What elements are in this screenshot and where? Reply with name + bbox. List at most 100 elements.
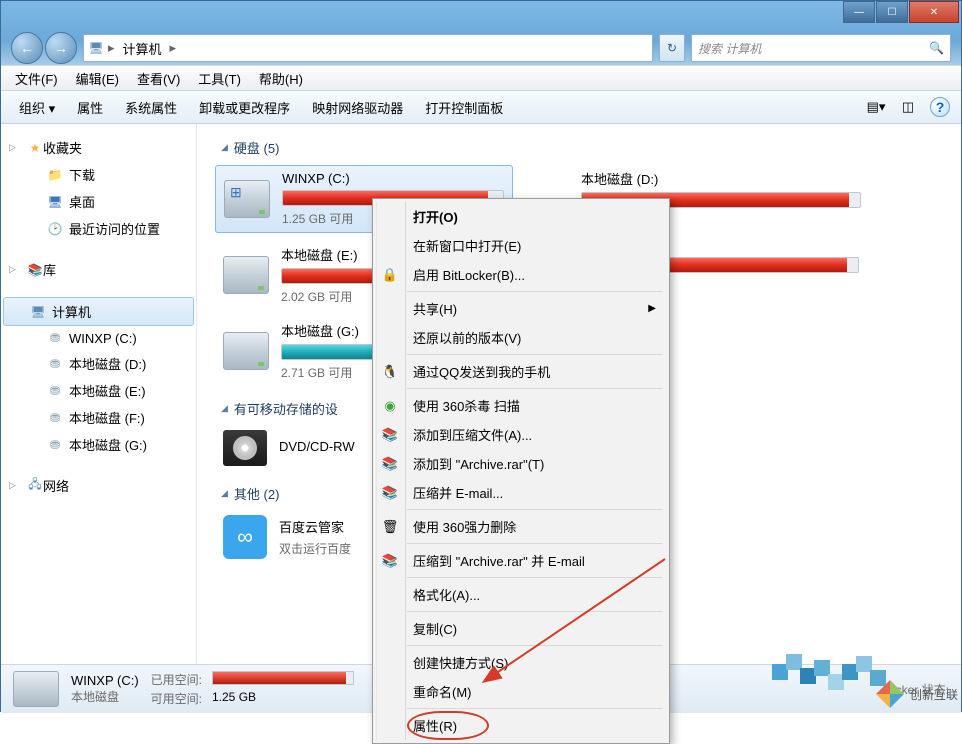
ctx-bitlocker[interactable]: 🔒 启用 BitLocker(B)... (407, 260, 666, 289)
sidebar-item-label: 下载 (69, 165, 95, 184)
winrar-icon: 📚 (381, 455, 399, 473)
ctx-separator (407, 543, 662, 544)
drive-icon: ⛃ (47, 330, 63, 346)
preview-pane-button[interactable]: ◫ (895, 94, 921, 120)
ctx-format[interactable]: 格式化(A)... (407, 580, 666, 609)
sidebar-item-label: 本地磁盘 (D:) (69, 354, 146, 373)
sidebar-item-label: 最近访问的位置 (69, 219, 160, 238)
breadcrumb[interactable]: 🖥 ▸ 计算机 ▸ (83, 34, 653, 62)
winrar-icon: 📚 (381, 426, 399, 444)
status-free-value: 1.25 GB (212, 690, 354, 707)
watermark: 创新互联 (876, 680, 958, 708)
network-icon: 🖧 (27, 478, 43, 494)
ctx-360-scan[interactable]: ◉ 使用 360杀毒 扫描 (407, 391, 666, 420)
qq-icon: 🐧 (381, 363, 399, 381)
ctx-separator (407, 354, 662, 355)
toolbar-organize[interactable]: 组织 ▾ (9, 94, 65, 121)
ctx-compress-email[interactable]: 📚 压缩并 E-mail... (407, 478, 666, 507)
drive-icon (224, 180, 270, 218)
drive-icon: ⛃ (47, 437, 63, 453)
ctx-add-archive-rar[interactable]: 📚 添加到 "Archive.rar"(T) (407, 449, 666, 478)
sidebar-drive-g[interactable]: ⛃ 本地磁盘 (G:) (1, 431, 196, 458)
refresh-button[interactable]: ↻ (659, 34, 685, 62)
ctx-separator (407, 645, 662, 646)
sidebar-drive-f[interactable]: ⛃ 本地磁盘 (F:) (1, 404, 196, 431)
help-button[interactable]: ? (927, 94, 953, 120)
ctx-open[interactable]: 打开(O) (407, 202, 666, 231)
sidebar-recent[interactable]: 🕑 最近访问的位置 (1, 215, 196, 242)
ctx-360-force-delete[interactable]: 🗑 使用 360强力删除 (407, 512, 666, 541)
section-hard-disks[interactable]: 硬盘 (5) (215, 132, 943, 165)
navigation-pane: ★ 收藏夹 📁 下载 🖥 桌面 🕑 最近访问的位置 📚 (1, 124, 197, 664)
sidebar-downloads[interactable]: 📁 下载 (1, 161, 196, 188)
ctx-rename[interactable]: 重命名(M) (407, 677, 666, 706)
menu-edit[interactable]: 编辑(E) (68, 67, 127, 90)
view-mode-button[interactable]: ▤▾ (863, 94, 889, 120)
status-title: WINXP (C:) (71, 673, 139, 688)
sidebar-drive-c[interactable]: ⛃ WINXP (C:) (1, 326, 196, 350)
ctx-label: 共享(H) (413, 299, 457, 318)
library-icon: 📚 (27, 262, 43, 278)
context-menu: 打开(O) 在新窗口中打开(E) 🔒 启用 BitLocker(B)... 共享… (372, 198, 670, 744)
address-bar: ← → 🖥 ▸ 计算机 ▸ ↻ 搜索 计算机 🔍 (1, 31, 961, 65)
sidebar-network[interactable]: 🖧 网络 (1, 472, 196, 499)
status-used-bar (212, 671, 354, 685)
toolbar-system-properties[interactable]: 系统属性 (115, 94, 187, 121)
ctx-add-archive[interactable]: 📚 添加到压缩文件(A)... (407, 420, 666, 449)
search-placeholder: 搜索 计算机 (698, 40, 761, 57)
sidebar-computer[interactable]: 🖥 计算机 (3, 297, 194, 326)
menu-tools[interactable]: 工具(T) (190, 67, 249, 90)
computer-icon: 🖥 (88, 40, 104, 56)
ctx-separator (407, 577, 662, 578)
nav-back-button[interactable]: ← (11, 32, 43, 64)
baidu-icon: ∞ (223, 515, 267, 559)
section-label: 硬盘 (5) (234, 138, 280, 157)
search-icon: 🔍 (929, 41, 944, 55)
ctx-restore-versions[interactable]: 还原以前的版本(V) (407, 323, 666, 352)
breadcrumb-sep: ▸ (108, 40, 115, 56)
sidebar-item-label: 本地磁盘 (F:) (69, 408, 145, 427)
sidebar-item-label: 网络 (43, 476, 69, 495)
sidebar-desktop[interactable]: 🖥 桌面 (1, 188, 196, 215)
pixel-decoration (772, 654, 892, 694)
ctx-create-shortcut[interactable]: 创建快捷方式(S) (407, 648, 666, 677)
sidebar-item-label: 计算机 (52, 302, 91, 321)
sidebar-drive-e[interactable]: ⛃ 本地磁盘 (E:) (1, 377, 196, 404)
menu-file[interactable]: 文件(F) (7, 67, 66, 90)
toolbar-properties[interactable]: 属性 (67, 94, 113, 121)
toolbar-uninstall[interactable]: 卸载或更改程序 (189, 94, 300, 121)
toolbar: 组织 ▾ 属性 系统属性 卸载或更改程序 映射网络驱动器 打开控制面板 ▤▾ ◫… (1, 91, 961, 124)
minimize-button[interactable]: — (843, 1, 875, 23)
drive-icon: ⛃ (47, 383, 63, 399)
toolbar-map-drive[interactable]: 映射网络驱动器 (302, 94, 413, 121)
toolbar-control-panel[interactable]: 打开控制面板 (415, 94, 513, 121)
ctx-label: 使用 360强力删除 (413, 517, 516, 536)
ctx-open-new-window[interactable]: 在新窗口中打开(E) (407, 231, 666, 260)
drive-icon (223, 256, 269, 294)
sidebar-favorites-label: 收藏夹 (43, 138, 82, 157)
nav-forward-button[interactable]: → (45, 32, 77, 64)
close-button[interactable]: ✕ (909, 1, 959, 23)
sidebar-favorites[interactable]: ★ 收藏夹 (1, 134, 196, 161)
menu-help[interactable]: 帮助(H) (251, 67, 311, 90)
drive-name: 本地磁盘 (D:) (581, 169, 861, 188)
sidebar-drive-d[interactable]: ⛃ 本地磁盘 (D:) (1, 350, 196, 377)
ctx-properties[interactable]: 属性(R) (407, 711, 489, 740)
ctx-copy[interactable]: 复制(C) (407, 614, 666, 643)
status-free-label: 可用空间: (151, 690, 202, 707)
desktop-icon: 🖥 (47, 194, 63, 210)
ctx-share[interactable]: 共享(H) ▶ (407, 294, 666, 323)
watermark-text: 创新互联 (910, 686, 958, 703)
ctx-label: 添加到 "Archive.rar"(T) (413, 454, 544, 473)
sidebar-libraries[interactable]: 📚 库 (1, 256, 196, 283)
breadcrumb-computer[interactable]: 计算机 (119, 39, 166, 58)
maximize-button[interactable]: ☐ (876, 1, 908, 23)
menu-view[interactable]: 查看(V) (129, 67, 188, 90)
search-input[interactable]: 搜索 计算机 🔍 (691, 34, 951, 62)
recent-icon: 🕑 (47, 221, 63, 237)
ctx-qq-send[interactable]: 🐧 通过QQ发送到我的手机 (407, 357, 666, 386)
drive-icon: ⛃ (47, 356, 63, 372)
ctx-compress-archive-email[interactable]: 📚 压缩到 "Archive.rar" 并 E-mail (407, 546, 666, 575)
sidebar-item-label: 库 (43, 260, 56, 279)
ctx-label: 通过QQ发送到我的手机 (413, 362, 550, 381)
